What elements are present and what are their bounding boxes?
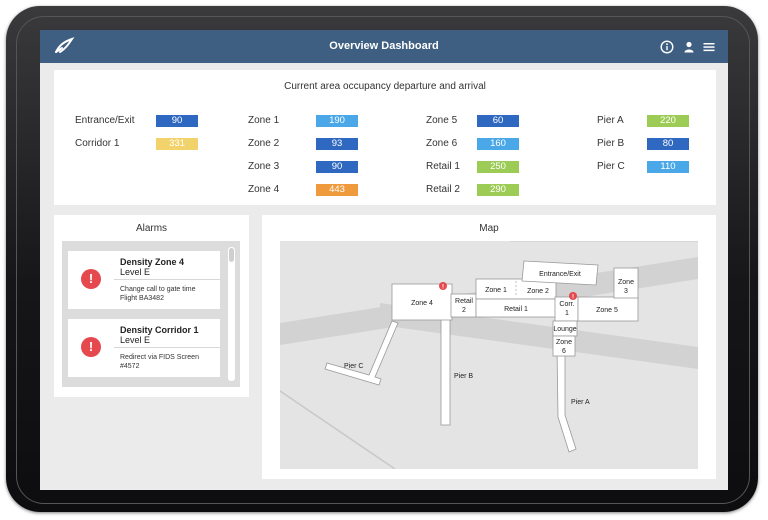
occupancy-value: 220 <box>647 115 689 127</box>
map-label-corridor-num: 1 <box>565 310 569 317</box>
map-label-zone2: Zone 2 <box>527 288 549 295</box>
area-label: Pier A <box>597 115 624 126</box>
screen: Overview Dashboard Current area occupanc… <box>40 30 728 490</box>
occupancy-value: 80 <box>647 138 689 150</box>
pier-b[interactable] <box>440 314 451 426</box>
area-label: Pier B <box>597 138 625 149</box>
map-label-retail2-num: 2 <box>462 307 466 314</box>
map-label-pierA: Pier A <box>571 399 590 406</box>
page-title: Overview Dashboard <box>329 40 439 52</box>
map-label-corridor: Corr. <box>559 301 574 308</box>
map-label-lounge: Lounge <box>553 326 576 333</box>
alarm-title: Density Zone 4 <box>120 257 185 267</box>
map-label-zone5: Zone 5 <box>596 307 618 314</box>
area-label: Pier C <box>597 161 625 172</box>
occupancy-value: 443 <box>316 184 358 196</box>
occupancy-value: 190 <box>316 115 358 127</box>
occupancy-value: 331 <box>156 138 198 150</box>
map-label-retail2: Retail <box>455 298 473 305</box>
user-icon[interactable] <box>682 40 696 54</box>
alarm-scrollbar[interactable] <box>228 247 235 381</box>
map-title: Map <box>479 223 499 234</box>
area-label: Zone 6 <box>426 138 458 149</box>
top-bar: Overview Dashboard <box>40 30 728 63</box>
alarm-item[interactable]: ! Density Zone 4 Level E Change call to … <box>68 251 220 309</box>
map-label-entrance: Entrance/Exit <box>539 271 581 278</box>
airport-map[interactable]: ! ! Entrance/Exit Zone 1 Zone 2 Zone 3 Z… <box>280 241 698 469</box>
alert-mark: ! <box>442 285 444 291</box>
occupancy-panel: Current area occupancy departure and arr… <box>54 70 716 205</box>
alarm-divider <box>114 279 220 280</box>
area-label: Zone 2 <box>248 138 280 149</box>
map-road <box>280 390 396 469</box>
alarm-item[interactable]: ! Density Corridor 1 Level E Redirect vi… <box>68 319 220 377</box>
map-label-pierB: Pier B <box>454 373 473 380</box>
alarm-detail: Flight BA3482 <box>120 295 164 302</box>
map-label-zone1: Zone 1 <box>485 287 507 294</box>
area-label: Entrance/Exit <box>75 115 135 126</box>
area-label: Zone 3 <box>248 161 280 172</box>
alarm-level: Level E <box>120 335 151 345</box>
alarms-title: Alarms <box>135 223 168 234</box>
area-label: Zone 1 <box>248 115 280 126</box>
area-label: Zone 5 <box>426 115 458 126</box>
map-panel: Map ! ! Entrance/Exit Zone 1 Zone 2 Zone… <box>262 215 716 479</box>
occupancy-value: 290 <box>477 184 519 196</box>
occupancy-value: 90 <box>316 161 358 173</box>
occupancy-value: 110 <box>647 161 689 173</box>
occupancy-title: Current area occupancy departure and arr… <box>284 81 486 92</box>
alarm-list[interactable]: ! Density Zone 4 Level E Change call to … <box>62 241 240 387</box>
alarm-detail: #4572 <box>120 363 140 370</box>
area-label: Corridor 1 <box>75 138 120 149</box>
occupancy-value: 90 <box>156 115 198 127</box>
alert-icon: ! <box>81 337 101 357</box>
alarm-level: Level E <box>120 267 151 277</box>
map-label-zone6: Zone <box>556 339 572 346</box>
map-label-pierC: Pier C <box>344 363 363 370</box>
occupancy-value: 250 <box>477 161 519 173</box>
area-label: Retail 1 <box>426 161 460 172</box>
map-label-zone6-num: 6 <box>562 348 566 355</box>
info-icon[interactable] <box>660 40 674 54</box>
scrollbar-thumb[interactable] <box>229 248 234 262</box>
occupancy-value: 93 <box>316 138 358 150</box>
area-label: Retail 2 <box>426 184 460 195</box>
menu-icon[interactable] <box>702 40 716 54</box>
occupancy-value: 160 <box>477 138 519 150</box>
alert-mark: ! <box>572 295 574 301</box>
alert-icon: ! <box>81 269 101 289</box>
alarm-action: Change call to gate time <box>120 286 196 293</box>
map-canvas[interactable]: ! ! Entrance/Exit Zone 1 Zone 2 Zone 3 Z… <box>280 241 698 469</box>
map-label-zone3: Zone <box>618 279 634 286</box>
map-label-retail1: Retail 1 <box>504 306 528 313</box>
area-label: Zone 4 <box>248 184 280 195</box>
occupancy-value: 60 <box>477 115 519 127</box>
map-label-zone3-num: 3 <box>624 288 628 295</box>
alarms-panel: Alarms ! Density Zone 4 Level E Change c… <box>54 215 249 397</box>
alarm-title: Density Corridor 1 <box>120 325 199 335</box>
alarm-action: Redirect via FIDS Screen <box>120 354 199 361</box>
alarm-divider <box>114 347 220 348</box>
map-label-zone4: Zone 4 <box>411 300 433 307</box>
